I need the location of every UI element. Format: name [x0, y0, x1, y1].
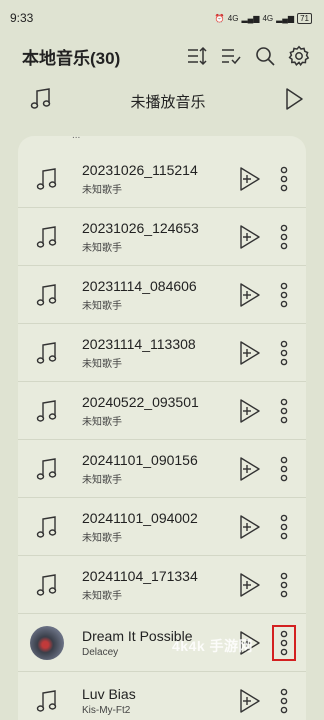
add-to-queue-icon[interactable] — [236, 221, 264, 253]
more-options-icon[interactable] — [274, 337, 294, 369]
signal-label-2: 4G — [262, 13, 274, 23]
more-options-icon[interactable] — [274, 685, 294, 717]
song-artist: 未知歌手 — [82, 532, 122, 544]
music-note-icon — [30, 220, 64, 254]
status-bar: 9:33 ⏰ 4G ▂▄▆ 4G ▂▄▆ 71 — [0, 0, 324, 36]
song-row[interactable]: 20241101_094002 未知歌手 — [18, 498, 306, 556]
song-artist: 未知歌手 — [82, 300, 122, 312]
music-note-icon — [30, 394, 64, 428]
music-note-icon — [30, 510, 64, 544]
battery-level: 71 — [297, 12, 312, 24]
song-title: Luv Bias — [82, 685, 136, 702]
music-note-icon — [30, 278, 64, 312]
music-note-icon — [30, 336, 64, 370]
signal-label-1: 4G — [227, 13, 239, 23]
song-row[interactable]: 20231114_113308 未知歌手 — [18, 324, 306, 382]
clipped-row-text: ... — [72, 136, 80, 141]
signal-bars-icon-2: ▂▄▆ — [276, 13, 295, 23]
song-row[interactable]: 20240522_093501 未知歌手 — [18, 382, 306, 440]
multi-select-icon[interactable] — [220, 45, 242, 67]
song-artist: 未知歌手 — [82, 242, 122, 254]
add-to-queue-icon[interactable] — [236, 163, 264, 195]
song-title: 20241104_171334 — [82, 567, 198, 584]
gear-icon[interactable] — [288, 45, 310, 67]
song-artist: 未知歌手 — [82, 416, 122, 428]
song-artist: Kis-My-Ft2 — [82, 704, 131, 716]
more-options-icon[interactable] — [274, 221, 294, 253]
song-title: 20241101_094002 — [82, 509, 198, 526]
song-row[interactable]: 20231114_084606 未知歌手 — [18, 266, 306, 324]
more-options-icon[interactable] — [274, 453, 294, 485]
song-row[interactable]: 20231026_124653 未知歌手 — [18, 208, 306, 266]
music-note-icon — [30, 87, 52, 116]
add-to-queue-icon[interactable] — [236, 685, 264, 717]
album-cover — [30, 625, 64, 660]
music-note-icon — [30, 684, 64, 718]
more-options-icon[interactable] — [274, 279, 294, 311]
song-row[interactable]: 20241101_090156 未知歌手 — [18, 440, 306, 498]
status-icons: ⏰ 4G ▂▄▆ 4G ▂▄▆ 71 — [214, 12, 312, 24]
music-note-icon — [30, 162, 64, 196]
status-time: 9:33 — [10, 11, 34, 25]
song-row[interactable]: Luv Bias Kis-My-Ft2 — [18, 672, 306, 720]
page-title: 本地音乐(30) — [22, 48, 121, 68]
song-list-panel: ... 20231026_115214 未知歌手 20231026_124653 未知… — [18, 136, 306, 720]
add-to-queue-icon[interactable] — [236, 337, 264, 369]
search-icon[interactable] — [254, 45, 276, 67]
sort-icon[interactable] — [186, 45, 208, 67]
song-title: 20240522_093501 — [82, 393, 199, 410]
song-artist: 未知歌手 — [82, 590, 122, 602]
song-title: 20241101_090156 — [82, 451, 198, 468]
song-title: 20231114_113308 — [82, 335, 196, 352]
header: 本地音乐(30) — [0, 36, 324, 76]
add-to-queue-icon[interactable] — [236, 453, 264, 485]
more-options-icon[interactable] — [274, 511, 294, 543]
add-to-queue-icon[interactable] — [236, 279, 264, 311]
signal-bars-icon: ▂▄▆ — [241, 13, 260, 23]
add-to-queue-icon[interactable] — [236, 569, 264, 601]
add-to-queue-icon[interactable] — [236, 395, 264, 427]
play-icon[interactable] — [284, 87, 304, 116]
song-title: 20231026_124653 — [82, 219, 199, 236]
song-title: 20231114_084606 — [82, 277, 197, 294]
song-row[interactable]: 20231026_115214 未知歌手 — [18, 150, 306, 208]
song-row[interactable]: Dream It Possible Delacey — [18, 614, 306, 672]
song-row[interactable]: 20241104_171334 未知歌手 — [18, 556, 306, 614]
music-note-icon — [30, 452, 64, 486]
unplayed-music-label: 未播放音乐 — [130, 93, 206, 111]
song-title: 20231026_115214 — [82, 161, 198, 178]
song-artist: 未知歌手 — [82, 358, 122, 370]
unplayed-music-bar[interactable]: 未播放音乐 — [0, 82, 324, 120]
more-options-icon[interactable] — [274, 163, 294, 195]
watermark-text: 4k4k 手游网 — [172, 638, 254, 654]
add-to-queue-icon[interactable] — [236, 511, 264, 543]
song-list: 20231026_115214 未知歌手 20231026_124653 未知歌手 20… — [18, 150, 306, 720]
more-options-icon[interactable] — [272, 624, 296, 661]
music-note-icon — [30, 568, 64, 602]
more-options-icon[interactable] — [274, 569, 294, 601]
song-artist: 未知歌手 — [82, 474, 122, 486]
more-options-icon[interactable] — [274, 395, 294, 427]
song-artist: 未知歌手 — [82, 184, 122, 196]
alarm-icon: ⏰ — [214, 13, 225, 23]
